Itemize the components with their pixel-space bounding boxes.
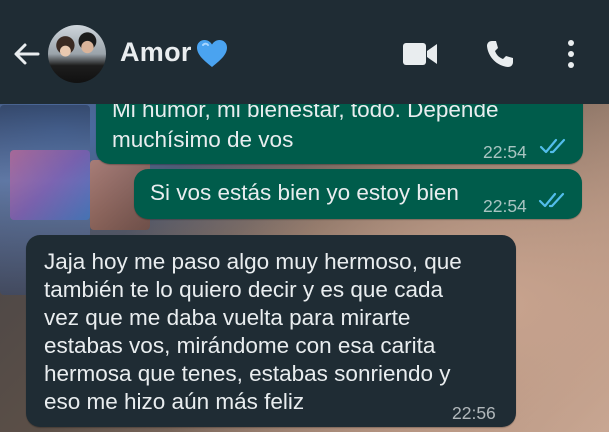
contact-avatar[interactable] <box>48 25 106 83</box>
message-timestamp: 22:54 <box>483 196 527 216</box>
message-timestamp: 22:54 <box>483 142 527 162</box>
more-options-button[interactable] <box>553 36 589 72</box>
message-timestamp: 22:56 <box>452 403 496 423</box>
back-button[interactable] <box>8 36 44 72</box>
message-text-line: hermosa que tenes, estabas sonriendo y <box>44 361 451 386</box>
message-text-line: Jaja hoy me paso algo muy hermoso, que <box>44 249 462 274</box>
incoming-message-bubble[interactable]: Jaja hoy me paso algo muy hermoso, que t… <box>26 235 516 427</box>
read-receipt-icon <box>538 192 565 208</box>
more-options-icon <box>568 40 574 68</box>
video-call-icon <box>403 43 437 65</box>
message-text-line: estabas vos, mirándome con esa carita <box>44 333 436 358</box>
header-layer: Amor <box>0 0 609 104</box>
read-receipt-icon <box>539 138 566 154</box>
voice-call-button[interactable] <box>482 36 518 72</box>
contact-name[interactable]: Amor <box>120 37 192 68</box>
message-text-line: también te lo quiero decir y es que cada <box>44 277 443 302</box>
message-text-line: vez que me daba vuelta para mirarte <box>44 305 411 330</box>
voice-call-icon <box>487 41 513 67</box>
blue-heart-emoji <box>197 40 227 67</box>
back-arrow-icon <box>14 43 40 65</box>
wallpaper-photo-detail <box>10 150 90 220</box>
outgoing-message-bubble[interactable]: Si vos estás bien yo estoy bien 22:54 <box>134 169 582 219</box>
message-text-line: Si vos estás bien yo estoy bien <box>150 180 459 205</box>
message-text-line: muchísimo de vos <box>112 127 294 152</box>
message-text-line: eso me hizo aún más feliz <box>44 389 305 414</box>
video-call-button[interactable] <box>402 36 438 72</box>
